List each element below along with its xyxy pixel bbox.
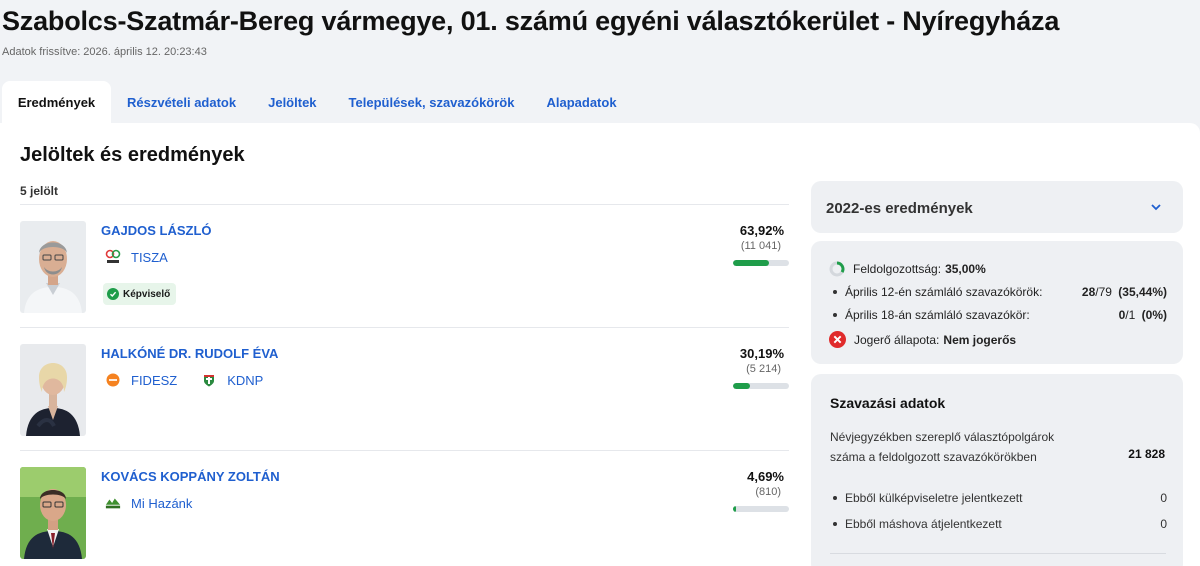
party-name[interactable]: Mi Hazánk <box>131 496 192 511</box>
abroad-row: Ebből külképviseletre jelentkezett 0 <box>833 491 1167 505</box>
candidate-parties: FIDESZ KDNP <box>105 372 287 388</box>
registered-voters-label: Névjegyzékben szereplő választópolgárok … <box>830 430 1055 464</box>
divider <box>830 553 1166 554</box>
apr18-pct: (0%) <box>1141 308 1167 322</box>
elsewhere-value: 0 <box>1160 517 1167 531</box>
bullet-icon <box>833 522 837 526</box>
legal-status-value: Nem jogerős <box>943 332 1017 347</box>
candidate-photo <box>20 467 86 559</box>
candidate-name[interactable]: HALKÓNÉ DR. RUDOLF ÉVA <box>101 346 278 361</box>
tab-candidates[interactable]: Jelöltek <box>252 81 332 123</box>
tab-bar: Eredmények Részvételi adatok Jelöltek Te… <box>0 81 633 123</box>
abroad-label: Ebből külképviseletre jelentkezett <box>845 491 1023 505</box>
apr18-row: Április 18-án számláló szavazókör: 0/1 (… <box>833 308 1167 322</box>
candidate-row: HALKÓNÉ DR. RUDOLF ÉVA FIDESZ KDNP 30,19… <box>20 328 789 446</box>
vote-share-fill <box>733 506 736 512</box>
tab-settlements[interactable]: Települések, szavazókörök <box>333 81 531 123</box>
vote-count: (11 041) <box>740 240 781 252</box>
vote-share-bar <box>733 260 789 266</box>
mi-hazank-logo-icon <box>105 495 121 511</box>
processing-label: Feldolgozottság: <box>853 262 942 276</box>
results-panel: Jelöltek és eredmények 5 jelölt GAJDOS L… <box>0 123 1200 566</box>
vote-share-bar <box>733 383 789 389</box>
vote-share-fill <box>733 260 769 266</box>
voting-data-title: Szavazási adatok <box>830 395 946 411</box>
tab-turnout[interactable]: Részvételi adatok <box>111 81 252 123</box>
kdnp-logo-icon <box>201 372 217 388</box>
bullet-icon <box>833 496 837 500</box>
elsewhere-row: Ebből máshova átjelentkezett 0 <box>833 517 1167 531</box>
legal-status-row: Jogerő állapota: Nem jogerős <box>829 331 1016 348</box>
apr18-total: /1 <box>1125 308 1136 322</box>
abroad-value: 0 <box>1160 491 1167 505</box>
party-name[interactable]: FIDESZ <box>131 373 177 388</box>
vote-count: (5 214) <box>746 363 781 375</box>
error-x-icon <box>829 331 846 348</box>
registered-voters-value: 21 828 <box>1128 447 1165 461</box>
section-title: Jelöltek és eredmények <box>20 144 245 166</box>
bullet-icon <box>833 290 837 294</box>
voting-data-card: Szavazási adatok Névjegyzékben szereplő … <box>811 374 1183 566</box>
page-title: Szabolcs-Szatmár-Bereg vármegye, 01. szá… <box>2 6 1060 36</box>
vote-percentage: 30,19% <box>739 346 784 361</box>
candidate-photo <box>20 221 86 313</box>
last-updated: Adatok frissítve: 2026. április 12. 20:2… <box>2 46 207 58</box>
candidate-name[interactable]: KOVÁCS KOPPÁNY ZOLTÁN <box>101 469 280 484</box>
progress-ring-icon <box>829 261 845 277</box>
candidate-parties: Mi Hazánk <box>105 495 216 511</box>
elsewhere-label: Ebből máshova átjelentkezett <box>845 517 1002 531</box>
processing-row: Feldolgozottság: 35,00% <box>829 261 986 277</box>
vote-percentage: 63,92% <box>739 223 784 238</box>
legal-status-label: Jogerő állapota: <box>854 332 940 347</box>
tab-basic-data[interactable]: Alapadatok <box>530 81 632 123</box>
apr12-label: Április 12-én számláló szavazókörök: <box>845 285 1043 299</box>
apr12-total: /79 <box>1095 285 1112 299</box>
party-name[interactable]: TISZA <box>131 250 168 265</box>
check-icon <box>107 288 119 300</box>
candidate-name[interactable]: GAJDOS LÁSZLÓ <box>101 223 212 238</box>
fidesz-logo-icon <box>105 372 121 388</box>
vote-count: (810) <box>755 486 781 498</box>
badge-label: Képviselő <box>123 288 171 300</box>
prev-results-label: 2022-es eredmények <box>826 200 973 217</box>
apr12-done: 28 <box>1081 285 1096 299</box>
chevron-down-icon[interactable] <box>1149 200 1163 219</box>
candidate-row: GAJDOS LÁSZLÓ TISZA Képviselő 63,92% (11… <box>20 205 789 323</box>
apr18-label: Április 18-án számláló szavazókör: <box>845 308 1030 322</box>
party-name[interactable]: KDNP <box>227 373 263 388</box>
candidate-row: KOVÁCS KOPPÁNY ZOLTÁN Mi Hazánk 4,69% (8… <box>20 451 789 566</box>
processing-value: 35,00% <box>945 262 986 276</box>
vote-share-bar <box>733 506 789 512</box>
processing-card: Feldolgozottság: 35,00% Április 12-én sz… <box>811 241 1183 364</box>
tab-results[interactable]: Eredmények <box>2 81 111 123</box>
candidate-photo <box>20 344 86 436</box>
bullet-icon <box>833 313 837 317</box>
representative-badge: Képviselő <box>103 283 177 305</box>
tisza-logo-icon <box>105 249 121 265</box>
prev-results-accordion[interactable]: 2022-es eredmények <box>811 181 1183 233</box>
apr12-row: Április 12-én számláló szavazókörök: 28/… <box>833 285 1167 299</box>
candidate-count: 5 jelölt <box>20 184 59 198</box>
candidate-parties: TISZA <box>105 249 192 265</box>
vote-share-fill <box>733 383 750 389</box>
vote-percentage: 4,69% <box>747 469 784 484</box>
apr12-pct: (35,44%) <box>1118 285 1167 299</box>
